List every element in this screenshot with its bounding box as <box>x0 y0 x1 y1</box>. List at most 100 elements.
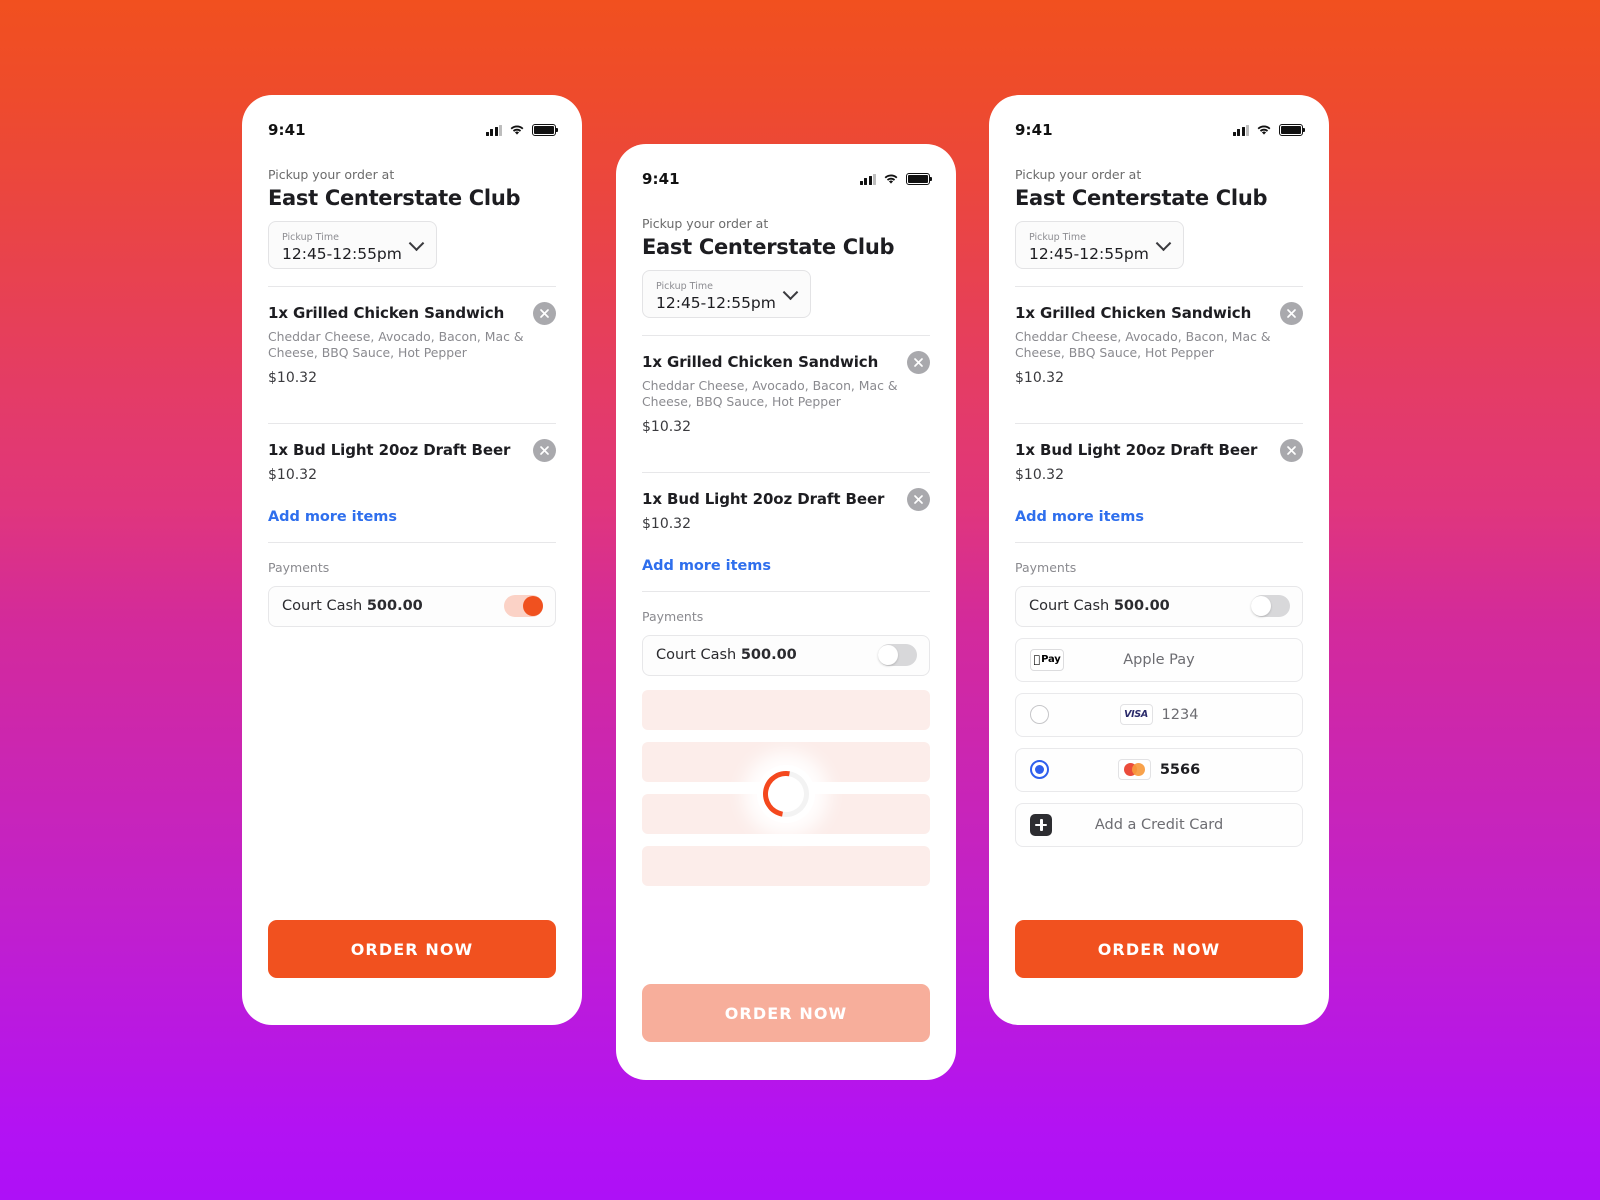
order-item-description: Cheddar Cheese, Avocado, Bacon, Mac & Ch… <box>1015 329 1271 361</box>
court-cash-amount: 500.00 <box>740 647 797 664</box>
skeleton-row <box>642 845 930 886</box>
wifi-icon <box>884 174 898 184</box>
skeleton-row <box>642 689 930 730</box>
pickup-time-select[interactable]: Pickup Time 12:45-12:55pm <box>642 270 811 318</box>
order-now-button[interactable]: ORDER NOW <box>642 984 930 1042</box>
divider <box>642 590 930 592</box>
court-cash-row[interactable]: Court Cash 500.00 <box>1015 585 1303 627</box>
court-cash-toggle[interactable] <box>504 595 543 618</box>
order-item: 1x Grilled Chicken Sandwich Cheddar Chee… <box>642 336 930 437</box>
order-item-description: Cheddar Cheese, Avocado, Bacon, Mac & Ch… <box>642 378 898 410</box>
close-circle-icon[interactable] <box>1280 302 1303 325</box>
pickup-eyebrow: Pickup your order at <box>642 216 769 231</box>
status-bar: 9:41 <box>642 144 933 204</box>
close-circle-icon[interactable] <box>533 438 556 462</box>
order-now-button[interactable]: ORDER NOW <box>268 920 556 978</box>
court-cash-toggle[interactable] <box>878 644 917 667</box>
payment-method-add-card[interactable]: Add a Credit Card <box>1015 802 1303 847</box>
order-item-price: $10.32 <box>1015 369 1064 386</box>
payment-methods-loading-skeleton <box>642 689 930 898</box>
visa-logo-text: VISA <box>1124 709 1148 721</box>
toggle-knob <box>878 645 898 666</box>
wifi-icon <box>510 125 524 135</box>
order-item: 1x Grilled Chicken Sandwich Cheddar Chee… <box>268 287 556 388</box>
payments-section-label: Payments <box>268 559 330 575</box>
pickup-time-value: 12:45-12:55pm <box>1029 244 1149 263</box>
divider <box>1015 541 1303 543</box>
venue-name: East Centerstate Club <box>642 235 895 259</box>
status-bar-icons <box>859 173 933 185</box>
add-more-items-link[interactable]: Add more items <box>268 509 556 525</box>
order-item-title: 1x Grilled Chicken Sandwich <box>642 353 879 371</box>
close-circle-icon[interactable] <box>533 302 556 325</box>
order-item-price: $10.32 <box>642 418 691 435</box>
payment-method-mastercard[interactable]: 5566 <box>1015 747 1303 792</box>
venue-name: East Centerstate Club <box>1015 186 1268 210</box>
order-item: 1x Grilled Chicken Sandwich Cheddar Chee… <box>1015 287 1303 388</box>
applepay-badge-icon:  Pay <box>1030 648 1064 671</box>
court-cash-amount: 500.00 <box>1113 598 1170 615</box>
pickup-time-label: Pickup Time <box>282 232 339 244</box>
radio-checked-icon[interactable] <box>1030 760 1049 780</box>
court-cash-row[interactable]: Court Cash 500.00 <box>268 585 556 627</box>
status-bar-time: 9:41 <box>268 121 306 139</box>
plus-square-icon[interactable] <box>1030 813 1052 836</box>
status-bar: 9:41 <box>1015 95 1306 155</box>
court-cash-toggle[interactable] <box>1251 595 1290 618</box>
toggle-knob <box>1251 596 1271 617</box>
order-item-price: $10.32 <box>642 515 691 532</box>
order-item: 1x Bud Light 20oz Draft Beer $10.32 <box>642 473 930 534</box>
battery-full-icon <box>532 124 559 136</box>
payment-method-label: 1234 <box>1161 706 1199 723</box>
signal-bars-icon <box>859 173 876 185</box>
visa-logo-icon: VISA <box>1119 704 1153 726</box>
order-item: 1x Bud Light 20oz Draft Beer $10.32 <box>1015 424 1303 485</box>
radio-unchecked-icon[interactable] <box>1030 705 1049 725</box>
close-circle-icon[interactable] <box>1280 438 1303 462</box>
add-more-items-link[interactable]: Add more items <box>1015 509 1303 525</box>
order-item: 1x Bud Light 20oz Draft Beer $10.32 <box>268 424 556 485</box>
payment-method-center: 5566 <box>1016 759 1302 781</box>
payment-method-center: VISA 1234 <box>1016 704 1302 726</box>
order-item-title: 1x Bud Light 20oz Draft Beer <box>642 489 885 508</box>
status-bar-time: 9:41 <box>642 170 680 188</box>
pickup-time-value: 12:45-12:55pm <box>282 244 402 263</box>
close-circle-icon[interactable] <box>907 351 930 374</box>
order-item-price: $10.32 <box>268 369 317 386</box>
phone-screen-payment-methods: 9:41 Pickup your order at East Centersta… <box>989 95 1329 1025</box>
applepay-badge-text: Pay <box>1037 654 1061 666</box>
pickup-time-select[interactable]: Pickup Time 12:45-12:55pm <box>1015 221 1184 269</box>
payment-method-label: 5566 <box>1159 761 1201 778</box>
order-item-description: Cheddar Cheese, Avocado, Bacon, Mac & Ch… <box>268 329 524 361</box>
payment-method-label: Add a Credit Card <box>1094 816 1224 833</box>
divider <box>268 541 556 543</box>
phone-screen-court-cash-enabled: 9:41 Pickup your order at East Centersta… <box>242 95 582 1025</box>
order-item-title: 1x Grilled Chicken Sandwich <box>1015 304 1252 322</box>
venue-name: East Centerstate Club <box>268 186 521 210</box>
order-now-button[interactable]: ORDER NOW <box>1015 920 1303 978</box>
phone-screen-loading-payments: 9:41 Pickup your order at East Centersta… <box>616 144 956 1080</box>
signal-bars-icon <box>485 124 502 136</box>
apple-logo-icon:  <box>1033 654 1040 665</box>
payment-method-apple-pay[interactable]:  Pay Apple Pay <box>1015 637 1303 682</box>
court-cash-label: Court Cash 500.00 <box>282 598 423 614</box>
payment-method-center: Add a Credit Card <box>1016 817 1302 833</box>
pickup-eyebrow: Pickup your order at <box>1015 167 1142 182</box>
pickup-time-select[interactable]: Pickup Time 12:45-12:55pm <box>268 221 437 269</box>
close-circle-icon[interactable] <box>907 487 930 511</box>
pickup-eyebrow: Pickup your order at <box>268 167 395 182</box>
mastercard-circles <box>1123 763 1145 777</box>
pickup-time-label: Pickup Time <box>656 281 713 293</box>
payments-section-label: Payments <box>1015 559 1077 575</box>
payment-method-visa[interactable]: VISA 1234 <box>1015 692 1303 737</box>
court-cash-row[interactable]: Court Cash 500.00 <box>642 634 930 676</box>
order-item-title: 1x Bud Light 20oz Draft Beer <box>1015 440 1258 459</box>
payment-method-label: Apple Pay <box>1123 651 1195 668</box>
status-bar-icons <box>485 124 559 136</box>
court-cash-amount: 500.00 <box>366 598 423 615</box>
add-more-items-link[interactable]: Add more items <box>642 558 930 574</box>
